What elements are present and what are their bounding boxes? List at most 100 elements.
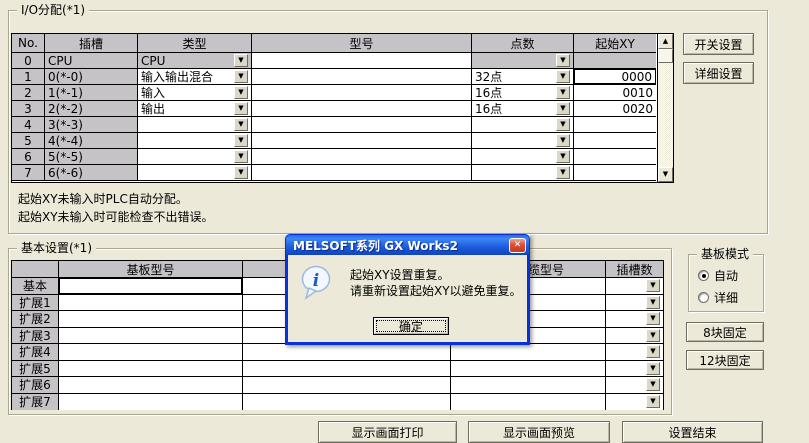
slot-count-dropdown[interactable]: ▼ — [606, 295, 663, 312]
model-cell[interactable] — [252, 101, 472, 117]
slot-count-dropdown[interactable]: ▼ — [606, 328, 663, 345]
points-dropdown[interactable]: 16点 ▼ — [472, 101, 574, 117]
points-dropdown[interactable]: ▼ — [472, 149, 574, 165]
dropdown-button[interactable]: ▼ — [556, 150, 570, 163]
base-model-cell[interactable] — [59, 377, 243, 394]
model-cell[interactable] — [252, 53, 472, 69]
dropdown-button[interactable]: ▼ — [556, 118, 570, 131]
type-dropdown[interactable]: CPU ▼ — [138, 53, 252, 69]
dropdown-button[interactable]: ▼ — [234, 150, 248, 163]
dropdown-button[interactable]: ▼ — [234, 54, 248, 67]
power-model-cell[interactable] — [243, 394, 451, 411]
points-dropdown[interactable]: ▼ — [472, 133, 574, 149]
dropdown-button[interactable]: ▼ — [556, 86, 570, 99]
dropdown-button[interactable]: ▼ — [646, 296, 660, 309]
io-table-scrollbar[interactable]: ▲ ▼ — [657, 34, 673, 182]
dropdown-button[interactable]: ▼ — [234, 102, 248, 115]
base-model-cell[interactable] — [59, 344, 243, 361]
dropdown-button[interactable]: ▼ — [646, 329, 660, 342]
type-dropdown[interactable]: ▼ — [138, 117, 252, 133]
dropdown-button[interactable]: ▼ — [234, 118, 248, 131]
scroll-up-button[interactable]: ▲ — [658, 34, 673, 49]
model-cell[interactable] — [252, 69, 472, 85]
print-preview-button[interactable]: 显示画面预览 — [468, 421, 610, 443]
model-cell[interactable] — [252, 133, 472, 149]
model-cell[interactable] — [252, 85, 472, 101]
dropdown-button[interactable]: ▼ — [556, 54, 570, 67]
dropdown-button[interactable]: ▼ — [234, 134, 248, 147]
start-xy-cell[interactable] — [574, 149, 656, 165]
print-screen-button[interactable]: 显示画面打印 — [318, 421, 457, 443]
model-cell[interactable] — [252, 149, 472, 165]
dropdown-button[interactable]: ▼ — [646, 378, 660, 391]
dialog-titlebar[interactable]: MELSOFT系列 GX Works2 ✕ — [285, 234, 530, 255]
base-model-input[interactable] — [59, 278, 243, 295]
start-xy-cell-focused[interactable]: 0000 — [574, 69, 656, 85]
power-model-cell[interactable] — [243, 344, 451, 361]
power-model-cell[interactable] — [243, 361, 451, 378]
base-model-cell[interactable] — [59, 394, 243, 411]
start-xy-cell[interactable]: 0010 — [574, 85, 656, 101]
start-xy-cell[interactable] — [574, 117, 656, 133]
radio-auto[interactable]: 自动 — [698, 267, 738, 284]
type-dropdown[interactable]: ▼ — [138, 133, 252, 149]
slot-count-dropdown[interactable]: ▼ — [606, 311, 663, 328]
cable-model-cell[interactable] — [451, 394, 606, 411]
points-dropdown[interactable]: ▼ — [472, 117, 574, 133]
points-dropdown[interactable]: ▼ — [472, 53, 574, 69]
dropdown-button[interactable]: ▼ — [234, 166, 248, 179]
scroll-down-button[interactable]: ▼ — [658, 167, 673, 182]
radio-detail[interactable]: 详细 — [698, 289, 738, 306]
dropdown-button[interactable]: ▼ — [234, 70, 248, 83]
slot-count-dropdown[interactable]: ▼ — [606, 361, 663, 378]
model-cell[interactable] — [252, 165, 472, 181]
start-xy-cell[interactable]: 0020 — [574, 101, 656, 117]
dropdown-button[interactable]: ▼ — [646, 279, 660, 292]
dropdown-button[interactable]: ▼ — [556, 102, 570, 115]
chevron-down-icon: ▼ — [650, 365, 655, 372]
type-dropdown[interactable]: ▼ — [138, 149, 252, 165]
type-dropdown[interactable]: 输出 ▼ — [138, 101, 252, 117]
fix-12-slots-button[interactable]: 12块固定 — [686, 350, 764, 370]
start-xy-cell[interactable] — [574, 165, 656, 181]
base-model-cell[interactable] — [59, 328, 243, 345]
base-model-cell[interactable] — [59, 311, 243, 328]
end-settings-button[interactable]: 设置结束 — [622, 421, 763, 443]
base-model-cell[interactable] — [59, 361, 243, 378]
dropdown-button[interactable]: ▼ — [234, 86, 248, 99]
dropdown-button[interactable]: ▼ — [646, 362, 660, 375]
chevron-down-icon: ▼ — [560, 121, 565, 128]
slot-count-dropdown[interactable]: ▼ — [606, 278, 663, 295]
slot-count-dropdown[interactable]: ▼ — [606, 394, 663, 411]
cable-model-cell[interactable] — [451, 344, 606, 361]
base-model-cell[interactable] — [59, 295, 243, 312]
cable-model-cell[interactable] — [451, 361, 606, 378]
close-button[interactable]: ✕ — [509, 238, 526, 253]
type-dropdown[interactable]: 输入 ▼ — [138, 85, 252, 101]
model-cell[interactable] — [252, 117, 472, 133]
dropdown-button[interactable]: ▼ — [646, 345, 660, 358]
cable-model-cell[interactable] — [451, 377, 606, 394]
points-dropdown[interactable]: 16点 ▼ — [472, 85, 574, 101]
type-dropdown[interactable]: ▼ — [138, 165, 252, 181]
chevron-down-icon: ▼ — [238, 121, 243, 128]
dropdown-button[interactable]: ▼ — [556, 166, 570, 179]
start-xy-cell[interactable] — [574, 53, 656, 69]
start-xy-cell[interactable] — [574, 133, 656, 149]
slot-count-dropdown[interactable]: ▼ — [606, 344, 663, 361]
dialog-message: 起始XY设置重复。 请重新设置起始XY以避免重复。 — [350, 267, 522, 299]
dropdown-button[interactable]: ▼ — [556, 70, 570, 83]
type-dropdown[interactable]: 输入输出混合 ▼ — [138, 69, 252, 85]
power-model-cell[interactable] — [243, 377, 451, 394]
points-dropdown[interactable]: ▼ — [472, 165, 574, 181]
dropdown-button[interactable]: ▼ — [646, 312, 660, 325]
dropdown-button[interactable]: ▼ — [646, 395, 660, 408]
detail-settings-button[interactable]: 详细设置 — [683, 62, 754, 84]
scrollbar-thumb[interactable] — [658, 49, 673, 63]
slot-count-dropdown[interactable]: ▼ — [606, 377, 663, 394]
dropdown-button[interactable]: ▼ — [556, 134, 570, 147]
points-dropdown[interactable]: 32点 ▼ — [472, 69, 574, 85]
switch-settings-button[interactable]: 开关设置 — [683, 33, 754, 55]
ok-button[interactable]: 确定 — [373, 317, 449, 335]
fix-8-slots-button[interactable]: 8块固定 — [686, 322, 764, 342]
